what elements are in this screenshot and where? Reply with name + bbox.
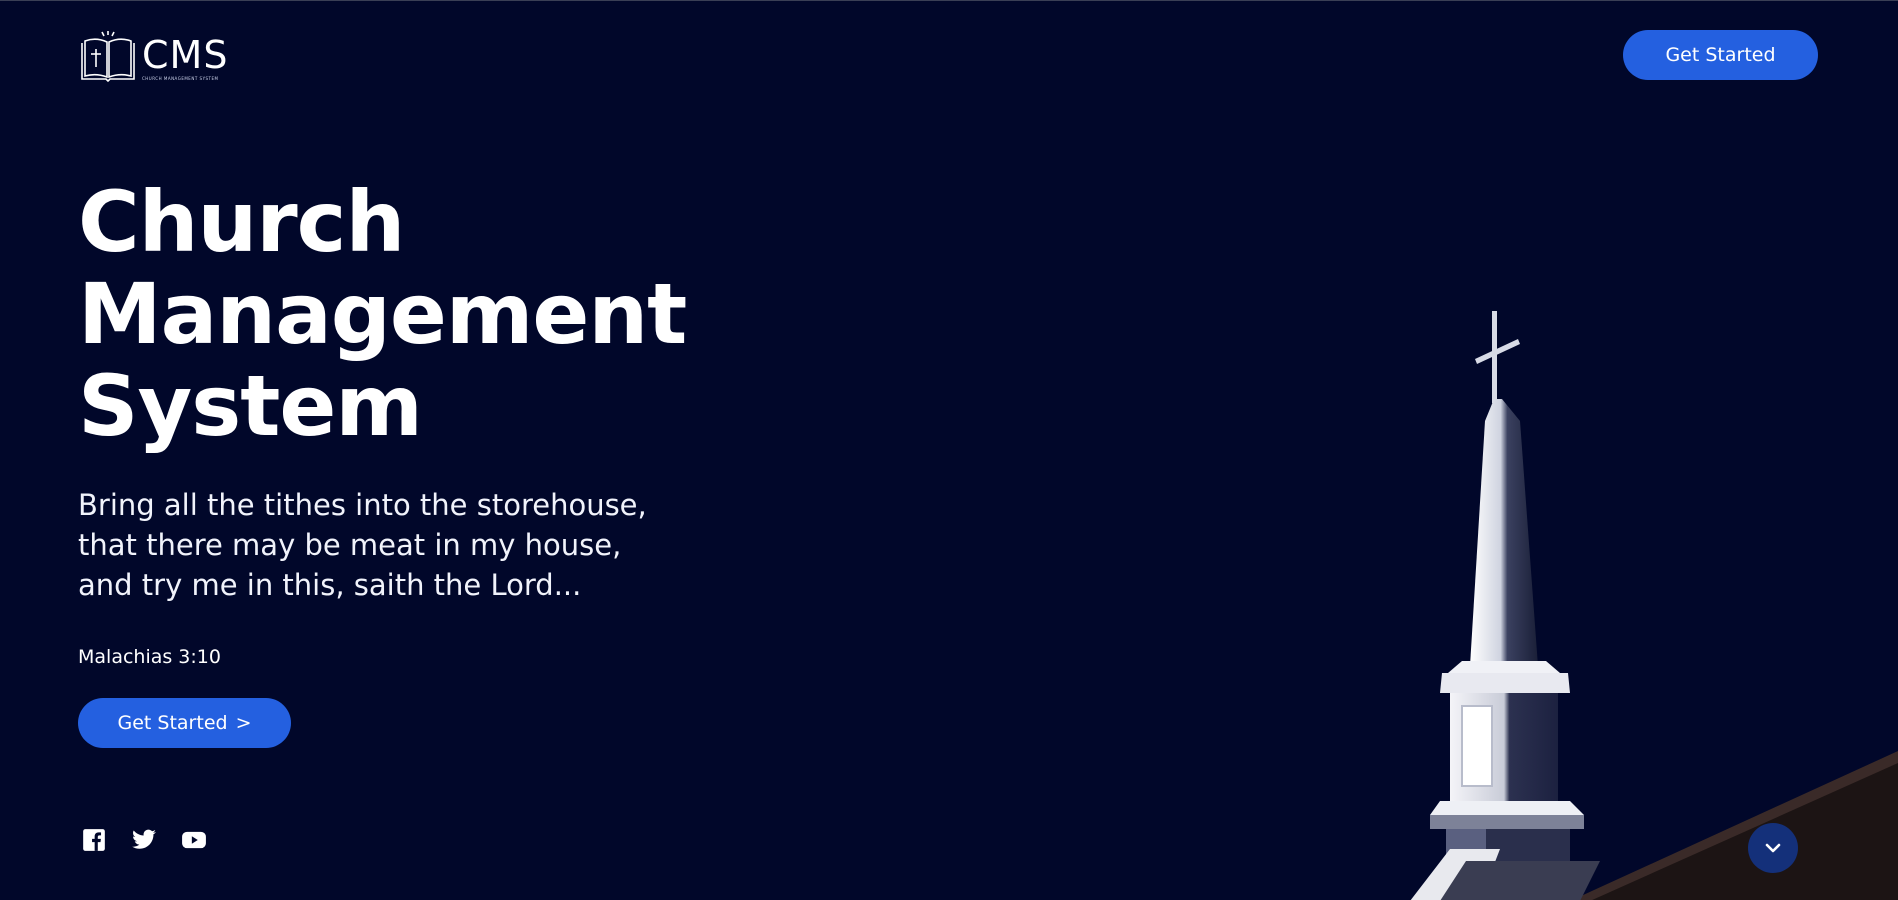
scroll-down-button[interactable] (1748, 823, 1798, 873)
logo-subtitle: CHURCH MANAGEMENT SYSTEM (142, 76, 219, 81)
facebook-icon[interactable] (80, 827, 108, 853)
twitter-icon[interactable] (130, 827, 158, 853)
verse-line: Bring all the tithes into the storehouse… (78, 488, 647, 522)
hero-title-line: Management (78, 265, 687, 363)
hero-title: Church Management System (78, 176, 758, 452)
hero-get-started-button[interactable]: Get Started > (78, 698, 291, 748)
hero-title-line: Church (78, 173, 405, 271)
church-steeple-image (1410, 311, 1898, 900)
verse-line: and try me in this, saith the Lord... (78, 568, 582, 602)
logo-title: CMS (142, 33, 229, 77)
hero-cta-label: Get Started (117, 712, 228, 734)
chevron-right-icon: > (235, 712, 252, 734)
header-get-started-button[interactable]: Get Started (1623, 30, 1818, 80)
logo[interactable]: CMS CHURCH MANAGEMENT SYSTEM (78, 29, 228, 83)
landing-page: CMS CHURCH MANAGEMENT SYSTEM Get Started… (0, 0, 1898, 900)
chevron-down-icon (1765, 843, 1781, 853)
bible-verse: Bring all the tithes into the storehouse… (78, 485, 718, 605)
verse-line: that there may be meat in my house, (78, 528, 622, 562)
hero-title-line: System (78, 357, 423, 455)
verse-reference: Malachias 3:10 (78, 646, 221, 668)
youtube-icon[interactable] (180, 827, 208, 853)
open-bible-icon (81, 31, 135, 83)
social-links (80, 827, 208, 853)
